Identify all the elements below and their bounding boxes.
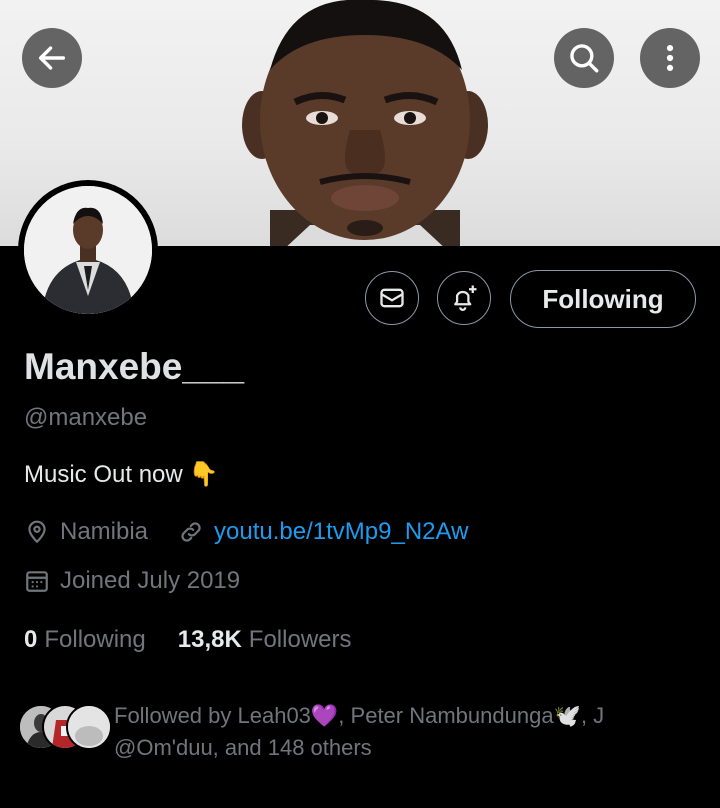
user-handle: @manxebe xyxy=(24,404,148,431)
following-count: 0 xyxy=(24,626,38,653)
envelope-icon xyxy=(380,288,404,308)
more-button[interactable] xyxy=(640,28,700,88)
back-button[interactable] xyxy=(22,28,82,88)
pointing-down-emoji: 👇 xyxy=(188,461,219,488)
following-label: Following xyxy=(44,626,146,653)
followers-stat[interactable]: 13,8K Followers xyxy=(178,626,352,654)
followers-count: 13,8K xyxy=(177,626,242,653)
calendar-icon xyxy=(26,571,48,592)
followed-by-text: Followed by Leah03💜, Peter Nambundunga🕊️… xyxy=(114,700,674,764)
bell-plus-icon xyxy=(454,285,477,311)
followed-by-row[interactable]: Followed by Leah03💜, Peter Nambundunga🕊️… xyxy=(18,700,674,764)
arrow-left-icon xyxy=(38,46,66,70)
followers-you-know-avatars xyxy=(18,704,112,752)
following-button[interactable]: Following xyxy=(510,270,696,328)
location-row: Namibia youtu.be/1tvMp9_N2Aw xyxy=(24,518,468,546)
notifications-button[interactable] xyxy=(437,271,491,325)
followers-label: Followers xyxy=(248,626,352,653)
following-stat[interactable]: 0 Following xyxy=(24,626,146,654)
bio-text: Music Out now xyxy=(24,460,183,488)
search-button[interactable] xyxy=(554,28,614,88)
link-icon xyxy=(181,522,201,542)
followed-by-line-1: Followed by Leah03💜, Peter Nambundunga🕊️… xyxy=(114,703,605,728)
bio: Music Out now 👇 xyxy=(24,460,219,489)
message-button[interactable] xyxy=(365,271,419,325)
followed-by-line-2: @Om'duu, and 148 others xyxy=(114,735,372,760)
display-name: Manxebe___ xyxy=(24,346,245,387)
location-pin-icon xyxy=(28,520,46,544)
website-link[interactable]: youtu.be/1tvMp9_N2Aw xyxy=(214,518,468,546)
avatar-photo xyxy=(24,186,152,314)
joined-text: Joined July 2019 xyxy=(60,567,241,594)
more-vertical-icon xyxy=(666,44,674,72)
search-icon xyxy=(570,44,599,73)
location-text: Namibia xyxy=(60,518,149,545)
banner-photo xyxy=(242,0,488,246)
follower-avatar xyxy=(66,704,112,750)
profile-avatar[interactable] xyxy=(18,180,158,320)
joined-row: Joined July 2019 xyxy=(24,567,240,595)
follow-stats: 0 Following 13,8K Followers xyxy=(24,626,352,654)
